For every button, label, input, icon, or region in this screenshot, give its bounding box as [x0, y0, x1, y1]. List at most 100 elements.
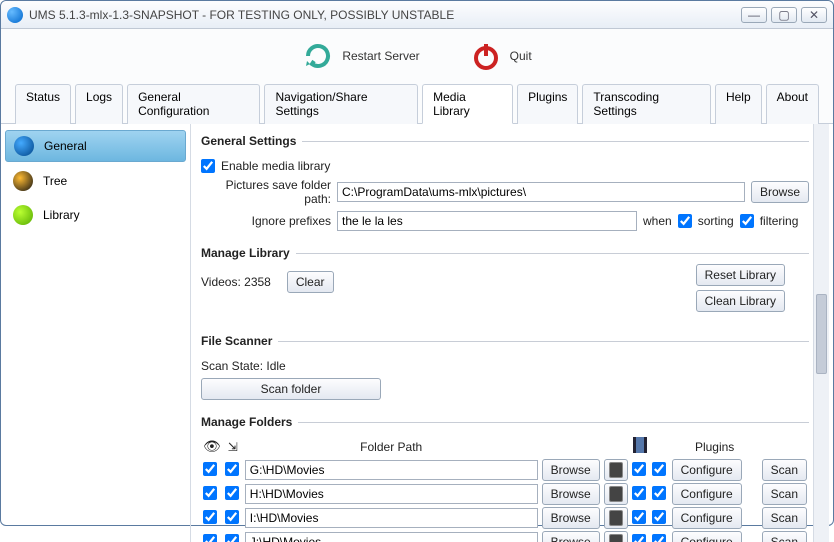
minimize-button[interactable]: —: [741, 7, 767, 23]
visible-icon: 👁: [203, 438, 221, 454]
table-row: BrowseConfigureScan: [201, 506, 809, 530]
enable-media-library-checkbox[interactable]: [201, 159, 215, 173]
restart-label: Restart Server: [342, 49, 419, 63]
minus-icon: [609, 462, 623, 478]
folder-plugin-checkbox[interactable]: [652, 462, 666, 476]
file-scanner-legend: File Scanner: [201, 334, 278, 348]
folder-remove-button[interactable]: [604, 459, 628, 481]
minus-icon: [609, 486, 623, 502]
folder-scan-button[interactable]: Scan: [762, 531, 807, 542]
subfolder-icon: ⇲: [228, 440, 238, 454]
tab-status[interactable]: Status: [15, 84, 71, 124]
folder-browse-button[interactable]: Browse: [542, 459, 600, 481]
maximize-button[interactable]: ▢: [771, 7, 797, 23]
tab-logs[interactable]: Logs: [75, 84, 123, 124]
folder-video-checkbox[interactable]: [632, 462, 646, 476]
sorting-label: sorting: [698, 214, 734, 228]
manage-library-legend: Manage Library: [201, 246, 296, 260]
tab-plugins[interactable]: Plugins: [517, 84, 578, 124]
folder-browse-button[interactable]: Browse: [542, 531, 600, 542]
quit-label: Quit: [510, 49, 532, 63]
folder-configure-button[interactable]: Configure: [672, 459, 742, 481]
browse-pictures-button[interactable]: Browse: [751, 181, 809, 203]
gear-icon: [14, 136, 34, 156]
tab-media-library[interactable]: Media Library: [422, 84, 513, 124]
folder-sub-checkbox[interactable]: [225, 510, 239, 524]
filtering-label: filtering: [760, 214, 799, 228]
lib-icon: [13, 205, 33, 225]
folder-visible-checkbox[interactable]: [203, 486, 217, 500]
scan-folder-button[interactable]: Scan folder: [201, 378, 381, 400]
minus-icon: [609, 534, 623, 542]
sorting-checkbox[interactable]: [678, 214, 692, 228]
sidebar-item-library[interactable]: Library: [1, 198, 190, 232]
general-legend: General Settings: [201, 134, 302, 148]
folder-path-header: Folder Path: [243, 435, 540, 458]
clear-button[interactable]: Clear: [287, 271, 334, 293]
folder-sub-checkbox[interactable]: [225, 462, 239, 476]
videos-count: Videos: 2358: [201, 275, 271, 289]
folder-path-input[interactable]: [245, 484, 538, 504]
folder-plugin-checkbox[interactable]: [652, 534, 666, 542]
plugins-header: Plugins: [670, 435, 760, 458]
sidebar: General Tree Library: [1, 124, 191, 542]
close-button[interactable]: ✕: [801, 7, 827, 23]
video-icon: [633, 437, 647, 453]
table-row: Browse Configure Scan: [201, 458, 809, 482]
folder-sub-checkbox[interactable]: [225, 486, 239, 500]
folder-scan-button[interactable]: Scan: [762, 459, 807, 481]
manage-library-group: Manage Library Videos: 2358 Clear Reset …: [201, 246, 809, 324]
folder-plugin-checkbox[interactable]: [652, 510, 666, 524]
restart-icon: [302, 40, 334, 72]
tab-navigation-share-settings[interactable]: Navigation/Share Settings: [264, 84, 418, 124]
sidebar-item-tree[interactable]: Tree: [1, 164, 190, 198]
titlebar: UMS 5.1.3-mlx-1.3-SNAPSHOT - FOR TESTING…: [1, 1, 833, 29]
filtering-checkbox[interactable]: [740, 214, 754, 228]
app-icon: [7, 7, 23, 23]
sidebar-item-label: Library: [43, 208, 80, 222]
toolbar: Restart Server Quit: [1, 29, 833, 83]
scrollbar[interactable]: [813, 124, 829, 542]
folder-path-input[interactable]: [245, 532, 538, 542]
file-scanner-group: File Scanner Scan State: Idle Scan folde…: [201, 334, 809, 405]
tab-transcoding-settings[interactable]: Transcoding Settings: [582, 84, 711, 124]
manage-folders-legend: Manage Folders: [201, 415, 298, 429]
folder-path-input[interactable]: [245, 508, 538, 528]
tab-bar: StatusLogsGeneral ConfigurationNavigatio…: [1, 83, 833, 124]
folder-path-input[interactable]: [245, 460, 538, 480]
folder-configure-button[interactable]: Configure: [672, 531, 742, 542]
ignore-prefixes-input[interactable]: [337, 211, 637, 231]
folder-remove-button[interactable]: [604, 483, 628, 505]
restart-server-button[interactable]: Restart Server: [302, 40, 419, 72]
folder-visible-checkbox[interactable]: [203, 510, 217, 524]
folders-header-row: 👁 ⇲ Folder Path Plugins: [201, 435, 809, 458]
minus-icon: [609, 510, 623, 526]
reset-library-button[interactable]: Reset Library: [696, 264, 785, 286]
power-icon: [470, 40, 502, 72]
sidebar-item-label: Tree: [43, 174, 67, 188]
clean-library-button[interactable]: Clean Library: [696, 290, 785, 312]
folder-visible-checkbox[interactable]: [203, 534, 217, 542]
window-title: UMS 5.1.3-mlx-1.3-SNAPSHOT - FOR TESTING…: [29, 8, 737, 22]
folder-plugin-checkbox[interactable]: [652, 486, 666, 500]
folder-remove-button[interactable]: [604, 531, 628, 542]
folder-video-checkbox[interactable]: [632, 486, 646, 500]
folder-video-checkbox[interactable]: [632, 534, 646, 542]
folder-browse-button[interactable]: Browse: [542, 483, 600, 505]
folder-configure-button[interactable]: Configure: [672, 483, 742, 505]
sidebar-item-label: General: [44, 139, 87, 153]
general-settings-group: General Settings Enable media library Pi…: [201, 134, 809, 236]
scrollbar-thumb[interactable]: [816, 294, 827, 374]
quit-button[interactable]: Quit: [470, 40, 532, 72]
tab-help[interactable]: Help: [715, 84, 762, 124]
pictures-path-label: Pictures save folder path:: [201, 178, 331, 206]
tab-general-configuration[interactable]: General Configuration: [127, 84, 260, 124]
folder-sub-checkbox[interactable]: [225, 534, 239, 542]
pictures-path-input[interactable]: [337, 182, 745, 202]
content-pane: General Settings Enable media library Pi…: [191, 124, 833, 542]
folder-scan-button[interactable]: Scan: [762, 483, 807, 505]
sidebar-item-general[interactable]: General: [5, 130, 186, 162]
folder-video-checkbox[interactable]: [632, 510, 646, 524]
folder-visible-checkbox[interactable]: [203, 462, 217, 476]
tab-about[interactable]: About: [766, 84, 819, 124]
